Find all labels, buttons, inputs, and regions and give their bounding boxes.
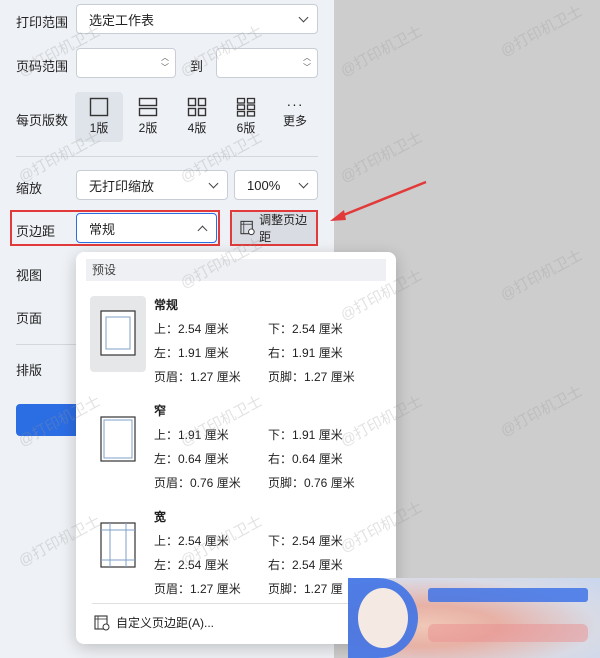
page-label: 页面 (16, 311, 43, 326)
page-range-from-input[interactable]: ︿ ﹀ (76, 48, 176, 78)
pages-per-sheet-4[interactable]: 4版 (173, 92, 221, 142)
page-margin-narrow-icon (100, 416, 136, 462)
pages-per-sheet-more[interactable]: ··· 更多 (271, 92, 319, 142)
scale-percent-select[interactable]: 100% (234, 170, 318, 200)
chevron-down-icon (208, 178, 219, 189)
scale-select[interactable]: 无打印缩放 (76, 170, 228, 200)
layout-label: 排版 (16, 363, 43, 378)
preset-narrow[interactable]: 窄 上：1.91 厘米 下：1.91 厘米 左：0.64 厘米 右：0.64 厘… (76, 402, 396, 502)
page-margin-normal-icon (100, 310, 136, 356)
preset-name: 宽 (154, 510, 167, 524)
preset-thumbnail (90, 296, 146, 372)
chevron-down-icon (298, 178, 309, 189)
preset-thumbnail (90, 508, 146, 584)
print-button[interactable] (16, 404, 80, 436)
margins-label: 页边距 (16, 224, 56, 239)
scale-label: 缩放 (16, 181, 43, 196)
print-range-select[interactable]: 选定工作表 (76, 4, 318, 34)
divider (16, 156, 318, 157)
annotation-arrow (330, 180, 427, 221)
preset-normal[interactable]: 常规 上：2.54 厘米 下：2.54 厘米 左：1.91 厘米 右：1.91 … (76, 296, 396, 396)
page-margin-wide-icon (100, 522, 136, 568)
spinner-icon[interactable]: ︿ ﹀ (303, 53, 311, 73)
view-label: 视图 (16, 268, 43, 283)
chevron-down-icon (298, 12, 309, 23)
page-range-to-label: 到 (190, 59, 204, 74)
pages-per-sheet-label: 每页版数 (16, 113, 69, 128)
presets-header: 预设 (86, 259, 386, 281)
print-range-label: 打印范围 (16, 15, 69, 30)
page-range-to-input[interactable]: ︿ ﹀ (216, 48, 318, 78)
custom-margins-item[interactable]: 自定义页边距(A)... (94, 614, 214, 631)
spinner-icon[interactable]: ︿ ﹀ (161, 53, 169, 73)
pages-per-sheet-1[interactable]: 1版 (75, 92, 123, 142)
pages-per-sheet-2[interactable]: 2版 (124, 92, 172, 142)
preset-name: 窄 (154, 404, 167, 418)
more-icon: ··· (286, 96, 304, 112)
two-page-icon (138, 97, 158, 117)
preset-name: 常规 (154, 298, 179, 312)
pages-per-sheet-6[interactable]: 6版 (222, 92, 270, 142)
margins-select[interactable]: 常规 (76, 213, 217, 243)
print-range-value: 选定工作表 (89, 12, 155, 28)
preset-thumbnail (90, 402, 146, 478)
page-range-label: 页码范围 (16, 59, 69, 74)
adjust-margins-highlight (230, 210, 318, 246)
divider (92, 603, 372, 604)
chevron-up-icon (197, 225, 208, 236)
logo-overlay (348, 578, 600, 658)
divider (16, 344, 76, 345)
one-page-icon (89, 97, 109, 117)
four-page-icon (187, 97, 207, 117)
custom-margin-icon (94, 614, 110, 630)
six-page-icon (236, 97, 256, 117)
